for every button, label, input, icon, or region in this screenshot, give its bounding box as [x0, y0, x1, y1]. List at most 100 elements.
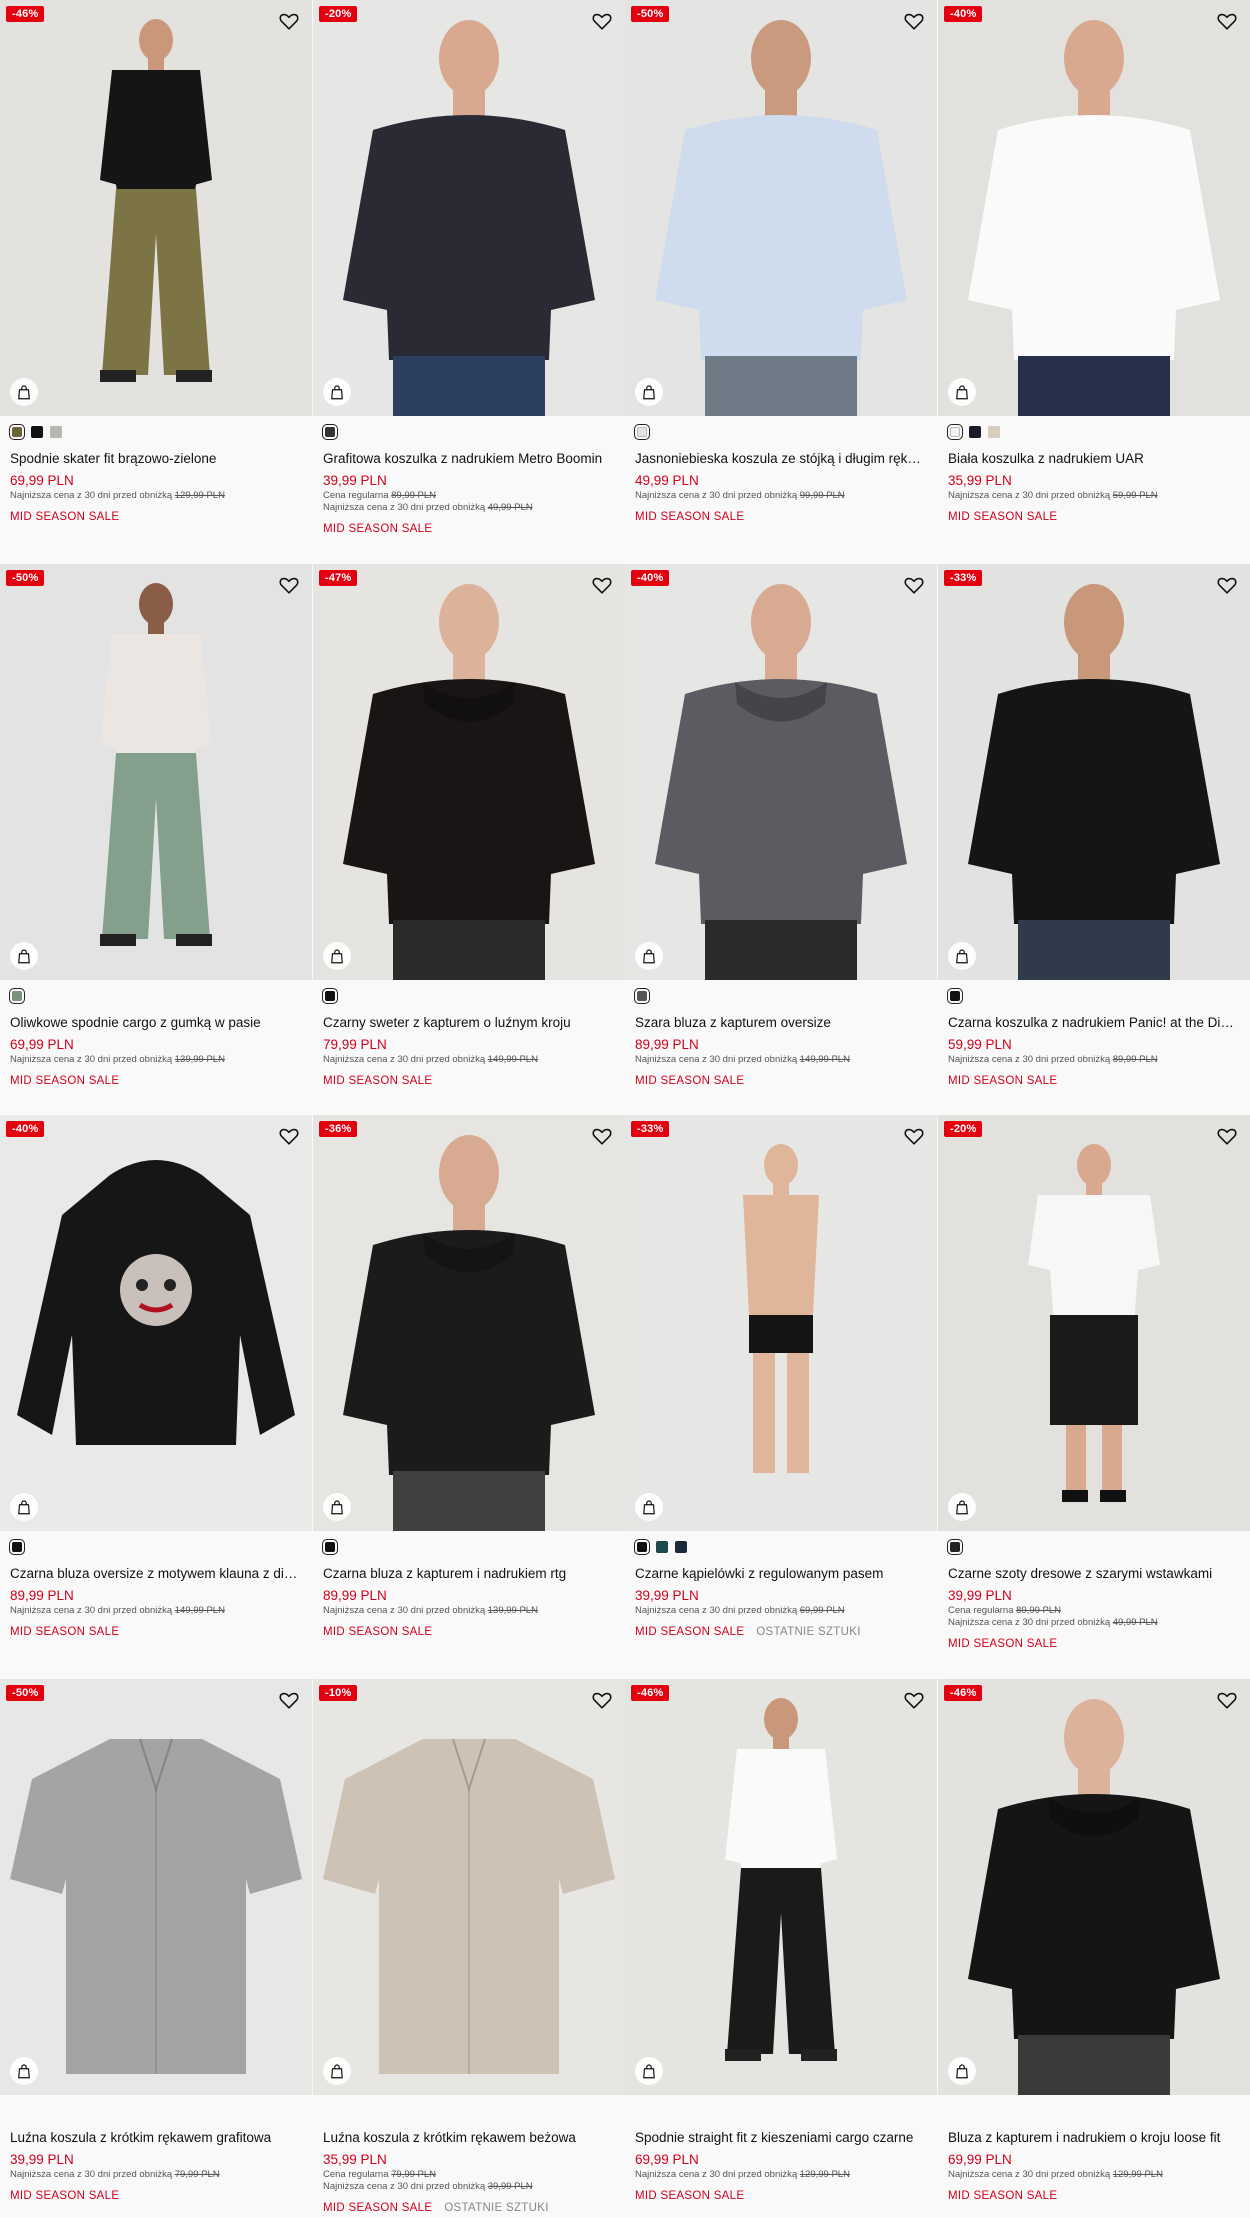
product-image[interactable]: -46%: [0, 0, 312, 416]
product-name[interactable]: Oliwkowe spodnie cargo z gumką w pasie: [10, 1014, 302, 1032]
add-to-bag-icon[interactable]: [948, 942, 976, 970]
color-swatch[interactable]: [634, 988, 650, 1004]
product-card[interactable]: -20% Grafitowa koszulka z nadrukiem Metr…: [313, 0, 625, 561]
product-name[interactable]: Czarna koszulka z nadrukiem Panic! at th…: [948, 1014, 1240, 1032]
color-swatch[interactable]: [656, 1541, 668, 1553]
add-to-bag-icon[interactable]: [323, 378, 351, 406]
product-name[interactable]: Jasnoniebieska koszula ze stójką i długi…: [635, 450, 927, 468]
wishlist-heart-icon[interactable]: [278, 574, 300, 596]
product-image[interactable]: -40%: [0, 1115, 312, 1531]
product-card[interactable]: -46% Spodnie skater fit brązowo-zielone …: [0, 0, 312, 561]
color-swatch[interactable]: [634, 424, 650, 440]
product-image[interactable]: -33%: [938, 564, 1250, 980]
wishlist-heart-icon[interactable]: [1216, 574, 1238, 596]
product-image[interactable]: -50%: [625, 0, 937, 416]
product-name[interactable]: Czarna bluza z kapturem i nadrukiem rtg: [323, 1565, 615, 1583]
color-swatch[interactable]: [988, 426, 1000, 438]
wishlist-heart-icon[interactable]: [903, 1689, 925, 1711]
wishlist-heart-icon[interactable]: [1216, 10, 1238, 32]
product-image[interactable]: -36%: [313, 1115, 625, 1531]
product-name[interactable]: Biała koszulka z nadrukiem UAR: [948, 450, 1240, 468]
add-to-bag-icon[interactable]: [948, 2057, 976, 2085]
product-card[interactable]: -46% Spodnie straight fit z kieszeniami …: [625, 1679, 937, 2218]
color-swatch[interactable]: [947, 424, 963, 440]
product-name[interactable]: Spodnie straight fit z kieszeniami cargo…: [635, 2129, 927, 2147]
product-photo[interactable]: [625, 564, 937, 980]
color-swatch[interactable]: [9, 424, 25, 440]
product-card[interactable]: -40% Czarna bluza oversize z motywem kla…: [0, 1115, 312, 1676]
product-card[interactable]: -33% Czarne kąpielówki z regulowanym pas…: [625, 1115, 937, 1676]
color-swatch[interactable]: [947, 1539, 963, 1555]
product-card[interactable]: -33% Czarna koszulka z nadrukiem Panic! …: [938, 564, 1250, 1125]
product-name[interactable]: Czarna bluza oversize z motywem klauna z…: [10, 1565, 302, 1583]
wishlist-heart-icon[interactable]: [903, 10, 925, 32]
color-swatch[interactable]: [31, 426, 43, 438]
add-to-bag-icon[interactable]: [635, 378, 663, 406]
product-photo[interactable]: [938, 1115, 1250, 1531]
product-name[interactable]: Luźna koszula z krótkim rękawem grafitow…: [10, 2129, 302, 2147]
add-to-bag-icon[interactable]: [323, 2057, 351, 2085]
color-swatch[interactable]: [969, 426, 981, 438]
color-swatch[interactable]: [9, 988, 25, 1004]
product-photo[interactable]: [625, 1679, 937, 2095]
product-name[interactable]: Bluza z kapturem i nadrukiem o kroju loo…: [948, 2129, 1240, 2147]
product-name[interactable]: Luźna koszula z krótkim rękawem beżowa: [323, 2129, 615, 2147]
wishlist-heart-icon[interactable]: [591, 574, 613, 596]
add-to-bag-icon[interactable]: [635, 1493, 663, 1521]
wishlist-heart-icon[interactable]: [591, 1689, 613, 1711]
add-to-bag-icon[interactable]: [635, 942, 663, 970]
product-photo[interactable]: [313, 1115, 625, 1531]
product-photo[interactable]: [938, 1679, 1250, 2095]
add-to-bag-icon[interactable]: [948, 1493, 976, 1521]
wishlist-heart-icon[interactable]: [278, 1125, 300, 1147]
product-image[interactable]: -46%: [938, 1679, 1250, 2095]
color-swatch[interactable]: [322, 424, 338, 440]
wishlist-heart-icon[interactable]: [278, 10, 300, 32]
product-name[interactable]: Szara bluza z kapturem oversize: [635, 1014, 927, 1032]
wishlist-heart-icon[interactable]: [903, 1125, 925, 1147]
add-to-bag-icon[interactable]: [10, 942, 38, 970]
product-photo[interactable]: [625, 0, 937, 416]
product-image[interactable]: -20%: [313, 0, 625, 416]
add-to-bag-icon[interactable]: [10, 378, 38, 406]
product-name[interactable]: Czarny sweter z kapturem o luźnym kroju: [323, 1014, 615, 1032]
product-card[interactable]: -20% Czarne szoty dresowe z szarymi wsta…: [938, 1115, 1250, 1676]
color-swatch[interactable]: [675, 1541, 687, 1553]
color-swatch[interactable]: [322, 1539, 338, 1555]
product-image[interactable]: -33%: [625, 1115, 937, 1531]
wishlist-heart-icon[interactable]: [591, 10, 613, 32]
wishlist-heart-icon[interactable]: [1216, 1689, 1238, 1711]
color-swatch[interactable]: [50, 426, 62, 438]
product-photo[interactable]: [0, 564, 312, 980]
product-photo[interactable]: [938, 0, 1250, 416]
product-photo[interactable]: [938, 564, 1250, 980]
product-image[interactable]: -50%: [0, 564, 312, 980]
add-to-bag-icon[interactable]: [323, 1493, 351, 1521]
product-card[interactable]: -10% Luźna koszula z krótkim rękawem beż…: [313, 1679, 625, 2218]
product-photo[interactable]: [0, 0, 312, 416]
wishlist-heart-icon[interactable]: [903, 574, 925, 596]
product-image[interactable]: -47%: [313, 564, 625, 980]
product-photo[interactable]: [0, 1679, 312, 2095]
product-name[interactable]: Czarne kąpielówki z regulowanym pasem: [635, 1565, 927, 1583]
add-to-bag-icon[interactable]: [323, 942, 351, 970]
product-photo[interactable]: [313, 564, 625, 980]
product-image[interactable]: -20%: [938, 1115, 1250, 1531]
product-photo[interactable]: [313, 0, 625, 416]
product-image[interactable]: -10%: [313, 1679, 625, 2095]
product-name[interactable]: Grafitowa koszulka z nadrukiem Metro Boo…: [323, 450, 615, 468]
wishlist-heart-icon[interactable]: [591, 1125, 613, 1147]
product-image[interactable]: -40%: [625, 564, 937, 980]
color-swatch[interactable]: [634, 1539, 650, 1555]
product-card[interactable]: -50% Oliwkowe spodnie cargo z gumką w pa…: [0, 564, 312, 1125]
color-swatch[interactable]: [947, 988, 963, 1004]
product-photo[interactable]: [0, 1115, 312, 1531]
add-to-bag-icon[interactable]: [635, 2057, 663, 2085]
color-swatch[interactable]: [9, 1539, 25, 1555]
add-to-bag-icon[interactable]: [948, 378, 976, 406]
product-image[interactable]: -40%: [938, 0, 1250, 416]
product-card[interactable]: -50% Luźna koszula z krótkim rękawem gra…: [0, 1679, 312, 2218]
product-card[interactable]: -36% Czarna bluza z kapturem i nadrukiem…: [313, 1115, 625, 1676]
product-card[interactable]: -40% Biała koszulka z nadrukiem UAR 35,9…: [938, 0, 1250, 561]
product-name[interactable]: Czarne szoty dresowe z szarymi wstawkami: [948, 1565, 1240, 1583]
